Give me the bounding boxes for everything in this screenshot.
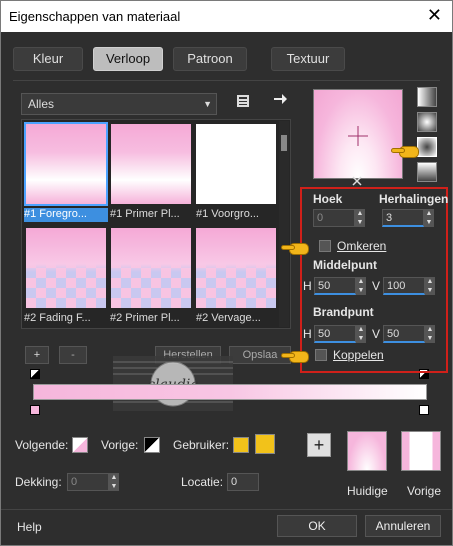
angle-label: Hoek	[313, 192, 343, 206]
repeats-spinner[interactable]: ▲ ▼	[424, 209, 434, 227]
opacity-spinner[interactable]: ▲ ▼	[109, 473, 119, 491]
repeats-label: Herhalingen	[379, 192, 449, 206]
midpoint-v-spinner[interactable]: ▲ ▼	[425, 277, 435, 295]
gradient-thumbnail[interactable]	[111, 124, 191, 204]
color-stop-marker[interactable]	[30, 369, 40, 379]
gradient-label[interactable]: #2 Vervage...	[196, 312, 280, 326]
cancel-button[interactable]: Annuleren	[365, 515, 441, 537]
user-label: Gebruiker:	[173, 438, 230, 452]
midpoint-v-label: V	[372, 279, 381, 293]
tab-textuur[interactable]: Textuur	[271, 47, 345, 71]
gradient-thumbnail[interactable]	[111, 228, 191, 308]
radial-gradient-style-icon[interactable]	[417, 162, 437, 182]
title-bar: Eigenschappen van materiaal ✕	[1, 1, 452, 32]
gradient-thumbnail[interactable]	[196, 228, 276, 308]
focal-point-label: Brandpunt	[313, 305, 374, 319]
close-icon[interactable]: ✕	[427, 5, 442, 26]
pointing-hand-icon	[281, 239, 311, 257]
midpoint-h-label: H	[303, 279, 312, 293]
chevron-down-icon: ▼	[203, 99, 212, 109]
library-scrollbar[interactable]	[279, 121, 289, 327]
category-value: Alles	[28, 97, 55, 111]
location-label: Locatie:	[181, 475, 224, 489]
gradient-label[interactable]: #1 Voorgro...	[196, 208, 280, 222]
gradient-label[interactable]: #2 Fading F...	[24, 312, 108, 326]
gradient-thumbnail[interactable]	[196, 124, 276, 204]
gradient-preview[interactable]	[313, 89, 403, 179]
focal-h-spinner[interactable]: ▲ ▼	[356, 325, 366, 343]
arrow-right-icon[interactable]	[271, 91, 289, 109]
add-gradient-button[interactable]: +	[25, 346, 49, 364]
repeats-input[interactable]: 3	[382, 209, 424, 227]
focal-v-spinner[interactable]: ▲ ▼	[425, 325, 435, 343]
gradient-label[interactable]: #1 Foregro...	[24, 208, 108, 222]
opacity-input[interactable]: 0	[67, 473, 109, 491]
material-properties-dialog: Eigenschappen van materiaal ✕ Kleur Verl…	[0, 0, 453, 546]
invert-label[interactable]: Omkeren	[337, 239, 386, 253]
previous-swatch[interactable]	[144, 437, 160, 453]
previous-label: Vorige:	[101, 438, 139, 452]
tab-patroon[interactable]: Patroon	[173, 47, 247, 71]
gradient-editor-bar[interactable]	[33, 384, 427, 400]
angle-spinner[interactable]: ▲ ▼	[355, 209, 365, 227]
pointing-hand-icon	[281, 347, 311, 365]
help-link[interactable]: Help	[17, 520, 42, 534]
rectangular-gradient-style-icon[interactable]	[417, 112, 437, 132]
midpoint-label: Middelpunt	[313, 258, 377, 272]
divider	[13, 80, 440, 81]
ok-button[interactable]: OK	[277, 515, 357, 537]
opacity-label: Dekking:	[15, 475, 62, 489]
next-swatch[interactable]	[72, 437, 88, 453]
next-label: Volgende:	[15, 438, 69, 452]
window-title: Eigenschappen van materiaal	[9, 9, 181, 24]
gradient-thumbnail[interactable]	[26, 228, 106, 308]
focal-v-label: V	[372, 327, 381, 341]
focal-v-input[interactable]: 50	[383, 325, 425, 343]
color-stop[interactable]	[419, 405, 429, 415]
user-color-swatch[interactable]	[233, 437, 249, 453]
invert-checkbox[interactable]	[319, 240, 331, 252]
category-dropdown[interactable]: Alles ▼	[21, 93, 217, 115]
focal-h-input[interactable]: 50	[314, 325, 356, 343]
previous-material-swatch[interactable]	[401, 431, 441, 471]
gradient-label[interactable]: #2 Primer Pl...	[110, 312, 194, 326]
link-label[interactable]: Koppelen	[333, 348, 384, 362]
tab-kleur[interactable]: Kleur	[13, 47, 83, 71]
angle-input[interactable]: 0	[313, 209, 355, 227]
color-stop[interactable]	[30, 405, 40, 415]
link-checkbox[interactable]	[315, 349, 327, 361]
previous-material-label: Vorige	[407, 484, 442, 498]
footer-divider	[1, 509, 452, 510]
focal-h-label: H	[303, 327, 312, 341]
add-swatch-button[interactable]: +	[307, 433, 331, 457]
midpoint-v-input[interactable]: 100	[383, 277, 425, 295]
midpoint-h-spinner[interactable]: ▲ ▼	[356, 277, 366, 295]
user-color-well[interactable]	[255, 434, 275, 454]
tab-verloop[interactable]: Verloop	[93, 47, 163, 71]
focal-point-cross-icon[interactable]	[351, 175, 363, 187]
gradient-thumbnail[interactable]	[24, 122, 108, 206]
midpoint-h-input[interactable]: 50	[314, 277, 356, 295]
current-label: Huidige	[347, 484, 388, 498]
linear-gradient-style-icon[interactable]	[417, 87, 437, 107]
location-input[interactable]: 0	[227, 473, 259, 491]
current-material-swatch[interactable]	[347, 431, 387, 471]
resource-manager-icon[interactable]	[235, 93, 253, 111]
gradient-library: #1 Foregro... #1 Primer Pl... #1 Voorgro…	[21, 119, 291, 329]
gradient-label[interactable]: #1 Primer Pl...	[110, 208, 194, 222]
remove-gradient-button[interactable]: -	[59, 346, 87, 364]
pointing-hand-icon	[391, 142, 421, 160]
scrollbar-thumb[interactable]	[281, 135, 287, 151]
